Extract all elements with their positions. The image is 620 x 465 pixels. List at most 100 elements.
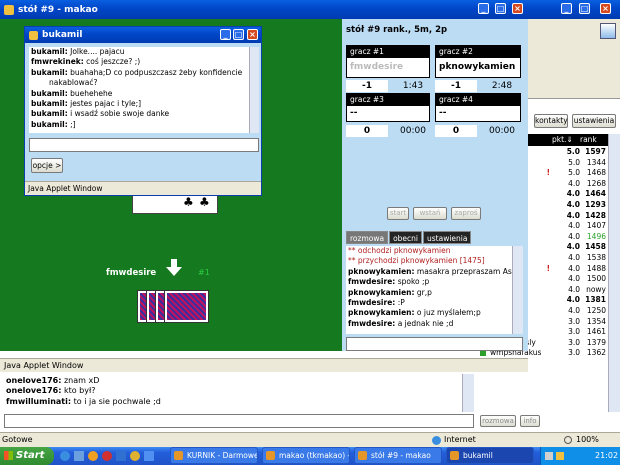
ranking-points: 4.0 — [566, 210, 580, 220]
chat-username: bukamil: — [31, 99, 68, 109]
chat-username: bukamil: — [31, 47, 68, 56]
start-button[interactable]: start — [387, 207, 409, 220]
globe-icon — [432, 436, 441, 445]
player-1-name: fmwdesire — [350, 62, 404, 72]
minimize-icon[interactable]: _ — [478, 3, 489, 14]
chat-message: fmwilluminati: to i ja sie pochwale ;d — [6, 397, 462, 407]
current-player-number: #1 — [198, 268, 210, 277]
media-icon[interactable] — [88, 451, 98, 461]
chat-message: onelove176: kto był? — [6, 386, 462, 396]
browser-toolbar — [528, 19, 620, 99]
hand-card[interactable] — [164, 290, 209, 323]
chat-message: fmwdesire: a jednak nie ;d — [348, 319, 512, 329]
minimize-icon[interactable]: _ — [561, 3, 572, 14]
ranking-rank: 1428 — [585, 210, 606, 220]
desktop-icon[interactable] — [74, 451, 84, 461]
maximize-icon[interactable]: □ — [233, 29, 244, 40]
ranking-rank: 1362 — [586, 348, 606, 358]
app-icon[interactable] — [116, 451, 126, 461]
player-2-label: gracz #2 — [436, 46, 520, 58]
chat-text: i wsadź sobie swoje danke — [70, 109, 170, 119]
zoom-level[interactable]: 100% — [576, 433, 599, 447]
stand-up-button[interactable]: wstań — [413, 207, 447, 220]
close-icon[interactable]: × — [600, 3, 611, 14]
ranking-rank: 1407 — [586, 221, 606, 231]
chat-message: bukamil: buehehehe — [31, 89, 249, 99]
ranking-rank: 1354 — [586, 316, 606, 326]
lobby-info-button[interactable]: info — [520, 415, 540, 427]
invite-button[interactable]: zaproś — [451, 207, 481, 220]
player-4-name: -- — [439, 108, 447, 118]
ranking-points: 4.0 — [566, 199, 580, 209]
app-icon[interactable] — [130, 451, 140, 461]
game-window-title-bar: stół #9 - makao _ □ × — [0, 0, 528, 19]
points-column-header[interactable]: pkt.⇓ — [552, 134, 573, 146]
app-icon[interactable] — [102, 451, 112, 461]
taskbar-button-kurnik[interactable]: KURNIK - Darmowe ... — [170, 447, 258, 464]
taskbar-button-makao[interactable]: makao (tkmakao) - ... — [262, 447, 350, 464]
options-button[interactable]: opcje > — [31, 158, 63, 173]
status-text: Gotowe — [2, 435, 33, 444]
maximize-icon[interactable]: □ — [579, 3, 590, 14]
chat-text: buehehehe — [70, 88, 113, 98]
ranking-rank: 1344 — [586, 157, 606, 167]
app-icon[interactable] — [144, 451, 154, 461]
quick-launch — [60, 451, 164, 462]
ranking-points: 5.0 — [568, 157, 580, 167]
taskbar-button-table[interactable]: stół #9 - makao — [354, 447, 442, 464]
ranking-rank: 1293 — [585, 199, 606, 209]
tray-icon[interactable] — [545, 452, 553, 460]
taskbar-button-bukamil[interactable]: bukamil — [446, 447, 534, 464]
chat-text: a jednak nie ;d — [397, 318, 454, 328]
player-3-score: 0 — [346, 125, 388, 137]
table-chat-scrollbar[interactable] — [512, 246, 523, 334]
minimize-icon[interactable]: _ — [220, 29, 231, 40]
close-icon[interactable]: × — [512, 3, 523, 14]
maximize-icon[interactable]: □ — [495, 3, 506, 14]
start-button[interactable]: Start — [0, 447, 54, 465]
rank-column-header[interactable]: rank — [580, 134, 597, 146]
lobby-chat-scrollbar[interactable] — [462, 374, 474, 412]
chat-username: onelove176: — [6, 376, 62, 385]
game-window-title: stół #9 - makao — [18, 4, 98, 15]
private-chat-scrollbar[interactable] — [249, 47, 259, 133]
clock: 21:02 — [595, 451, 619, 460]
chat-message: pknowykamien: masakra przepraszam Asia — [348, 267, 512, 277]
private-chat-title: bukamil — [42, 30, 83, 40]
tray-icon[interactable] — [556, 452, 564, 460]
window-icon — [29, 30, 38, 40]
player-1-label: gracz #1 — [347, 46, 429, 58]
ranking-scrollbar[interactable] — [608, 134, 620, 412]
chat-username: bukamil: — [31, 67, 68, 77]
ranking-points: 5.0 — [566, 147, 580, 156]
chat-username: fmwdesire: — [348, 277, 396, 287]
table-chat-input[interactable] — [346, 337, 523, 351]
private-chat-input[interactable] — [29, 138, 259, 152]
close-icon[interactable]: × — [247, 29, 258, 40]
lobby-chat-input[interactable] — [4, 414, 474, 428]
ranking-rank: 1496 — [586, 231, 606, 241]
chat-text: Jolke.... pajacu — [70, 47, 125, 56]
chat-message: fmwdesire: :P — [348, 298, 512, 308]
chat-username: bukamil: — [31, 109, 68, 119]
ranking-points: 4.0 — [568, 221, 580, 231]
chat-message: ** odchodzi pknowykamien — [348, 246, 451, 255]
chat-username: fmwdesire: — [348, 298, 396, 308]
tab-present[interactable]: obecni — [389, 231, 423, 244]
tab-settings[interactable]: ustawienia — [423, 231, 472, 244]
settings-button[interactable]: ustawienia — [572, 114, 616, 128]
private-chat-log: bukamil: Jolke.... pajacu fmwrekinek: coś… — [29, 47, 249, 133]
chat-username: onelove176: — [6, 386, 62, 396]
applet-window-status: Java Applet Window — [0, 358, 528, 372]
tab-chat[interactable]: rozmowa — [346, 231, 389, 244]
ranking-rank: 1468 — [586, 168, 606, 178]
lobby-chat-button[interactable]: rozmowa — [480, 415, 516, 427]
chat-message: onelove176: znam xD — [6, 376, 462, 386]
chat-username: bukamil: — [31, 119, 68, 129]
contacts-button[interactable]: kontakty — [534, 114, 568, 128]
ranking-rank: nowy — [586, 284, 606, 294]
ie-icon[interactable] — [60, 451, 70, 461]
chat-text: nakablować? — [49, 78, 98, 88]
ranking-points: 3.0 — [568, 316, 580, 326]
desktop: _ □ × kontakty ustawienia pkt.⇓ rank 5.0… — [0, 0, 620, 465]
